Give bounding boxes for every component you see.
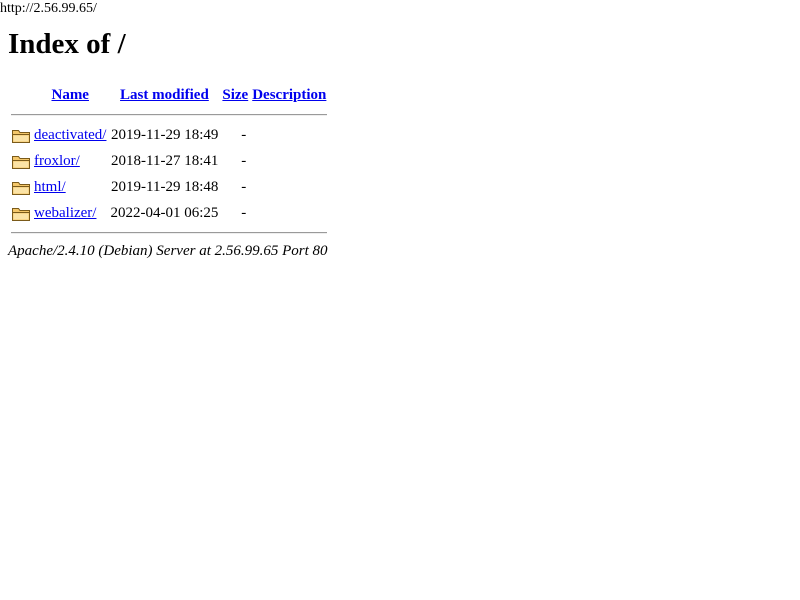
table-row: webalizer/2022-04-01 06:25 - [11, 201, 327, 225]
row-icon-cell [11, 123, 31, 147]
row-icon-cell [11, 149, 31, 173]
top-divider [11, 114, 328, 116]
last-modified-cell: 2022-04-01 06:25 [110, 205, 219, 221]
directory-link[interactable]: html/ [34, 179, 66, 195]
table-header-row: Name Last modified Size Description [11, 83, 327, 107]
description-column-header: Description [251, 83, 327, 107]
directory-link[interactable]: deactivated/ [34, 127, 106, 143]
size-column-header: Size [221, 83, 249, 107]
description-cell [251, 149, 327, 173]
last-modified-cell: 2019-11-29 18:48 [111, 179, 219, 195]
top-divider-row [11, 109, 328, 121]
directory-link[interactable]: froxlor/ [34, 153, 80, 169]
row-icon-cell [11, 175, 31, 199]
page-title: Index of / [8, 28, 126, 60]
directory-link[interactable]: webalizer/ [34, 205, 96, 221]
folder-icon [12, 208, 30, 221]
url-bar-text: http://2.56.99.65/ [0, 1, 97, 16]
size-cell: - [241, 153, 247, 169]
size-cell: - [241, 127, 247, 143]
directory-table: Name Last modified Size Description deac… [9, 81, 329, 241]
table-body: deactivated/2019-11-29 18:49- froxlor/201… [11, 123, 327, 225]
table-row: deactivated/2019-11-29 18:49 - [11, 123, 327, 147]
sort-by-name-link[interactable]: Name [51, 87, 89, 103]
table-row: html/2019-11-29 18:48 - [11, 175, 327, 199]
sort-by-last-modified-link[interactable]: Last modified [120, 87, 209, 103]
description-cell [251, 175, 327, 199]
folder-icon [12, 182, 30, 195]
server-signature: Apache/2.4.10 (Debian) Server at 2.56.99… [8, 243, 328, 259]
icon-column-header [11, 83, 31, 107]
last-modified-cell: 2019-11-29 18:49 [111, 127, 219, 143]
name-column-header: Name [33, 83, 107, 107]
description-cell [251, 201, 327, 225]
last-modified-cell: 2018-11-27 18:41 [111, 153, 219, 169]
name-cell: webalizer/ [33, 201, 107, 225]
folder-icon [12, 156, 30, 169]
name-cell: html/ [33, 175, 107, 199]
row-icon-cell [11, 201, 31, 225]
sort-by-description-link[interactable]: Description [252, 87, 326, 103]
description-cell [251, 123, 327, 147]
size-cell: - [241, 205, 247, 221]
table-row: froxlor/2018-11-27 18:41 - [11, 149, 327, 173]
folder-icon [12, 130, 30, 143]
directory-listing-page: Index of / Name Last modified Size Descr… [8, 27, 329, 260]
bottom-divider-row [11, 227, 328, 239]
sort-by-size-link[interactable]: Size [222, 87, 248, 103]
name-cell: deactivated/ [33, 123, 107, 147]
last-modified-column-header: Last modified [109, 83, 219, 107]
name-cell: froxlor/ [33, 149, 107, 173]
bottom-divider [11, 232, 328, 234]
size-cell: - [241, 179, 247, 195]
